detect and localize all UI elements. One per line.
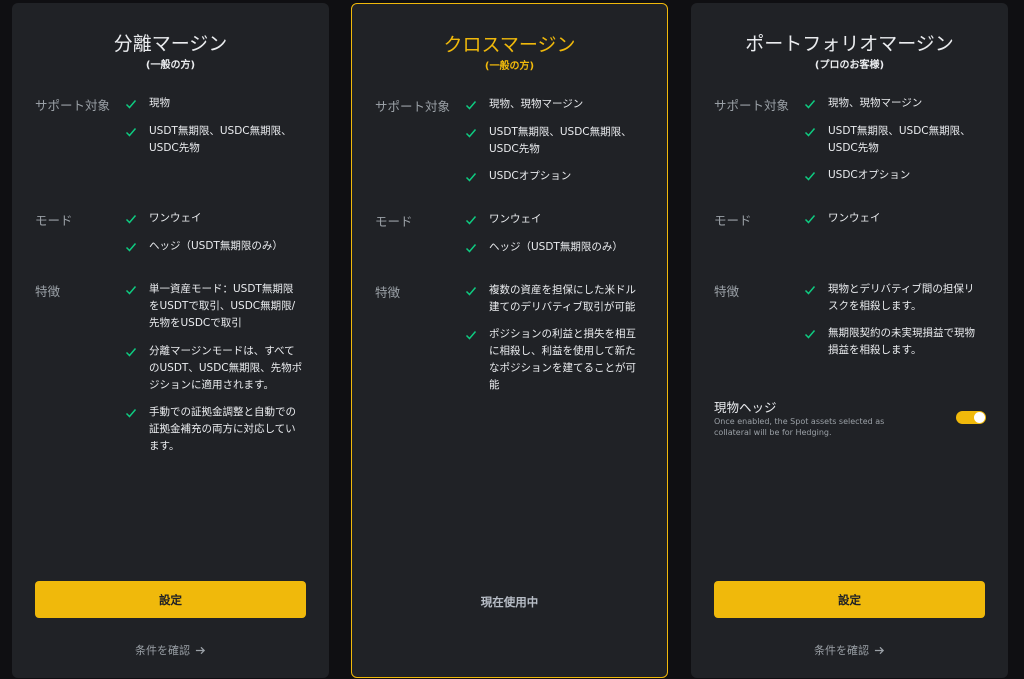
item-text: USDCオプション — [828, 169, 911, 181]
check-icon — [465, 331, 477, 340]
check-icon — [465, 101, 477, 110]
item-text: ワンウェイ — [149, 212, 202, 224]
set-button[interactable]: 設定 — [35, 581, 306, 618]
list-item: USDT無期限、USDC無期限、 USDC先物 — [125, 123, 310, 157]
list-item: ワンウェイ — [465, 211, 650, 228]
list-item: 複数の資産を担保にした米ドル 建てのデリバティブ取引が可能 — [465, 282, 650, 316]
check-icon — [125, 100, 137, 109]
item-text: ヘッジ（USDT無期限のみ） — [489, 241, 623, 253]
confirm-label: 条件を確認 — [135, 644, 190, 657]
list-item: USDCオプション — [804, 167, 989, 184]
features-label: 特徴 — [714, 284, 740, 299]
item-text: 手動での証拠金調整と自動での 証拠金補充の両方に対応してい ます。 — [149, 406, 296, 452]
item-text: 現物、現物マージン — [828, 97, 923, 109]
list-item: ヘッジ（USDT無期限のみ） — [465, 239, 650, 256]
check-icon — [804, 330, 816, 339]
check-icon — [465, 129, 477, 138]
item-text: 複数の資産を担保にした米ドル 建てのデリバティブ取引が可能 — [489, 284, 636, 313]
spot-hedge-toggle[interactable] — [956, 411, 986, 424]
mode-label: モード — [714, 213, 752, 228]
card-subtitle: (一般の方) — [484, 61, 535, 72]
list-item: 単一資産モード：USDT無期限 をUSDTで取引、USDC無期限/ 先物をUSD… — [125, 281, 310, 332]
card-subtitle: (一般の方) — [145, 60, 196, 71]
list-item: ポジションの利益と損失を相互 に相殺し、利益を使用して新た なポジションを建てる… — [465, 326, 650, 394]
mode-label: モード — [35, 213, 73, 228]
check-icon — [804, 215, 816, 224]
list-item: 現物、現物マージン — [804, 95, 989, 112]
item-text: 現物、現物マージン — [489, 98, 584, 110]
toggle-knob — [974, 412, 985, 423]
list-item: 無期限契約の未実現損益で現物 損益を相殺します。 — [804, 325, 989, 359]
confirm-terms-link[interactable]: 条件を確認 — [12, 642, 329, 658]
card-title: クロスマージン — [443, 34, 576, 56]
check-icon — [804, 172, 816, 181]
check-icon — [465, 173, 477, 182]
check-icon — [465, 216, 477, 225]
list-item: 分離マージンモードは、すべて のUSDT、USDC無期限、先物ポ ジションに適用… — [125, 343, 310, 394]
features-label: 特徴 — [375, 285, 401, 300]
item-text: 単一資産モード：USDT無期限 をUSDTで取引、USDC無期限/ 先物をUSD… — [149, 283, 296, 329]
confirm-label: 条件を確認 — [814, 644, 869, 657]
item-text: ワンウェイ — [489, 213, 542, 225]
list-item: USDT無期限、USDC無期限、 USDC先物 — [465, 124, 650, 158]
check-icon — [125, 348, 137, 357]
spot-hedge-description: Once enabled, the Spot assets selected a… — [714, 417, 885, 437]
spot-hedge-title: 現物ヘッジ — [714, 400, 777, 415]
check-icon — [804, 286, 816, 295]
item-text: USDT無期限、USDC無期限、 USDC先物 — [828, 125, 971, 154]
confirm-terms-link[interactable]: 条件を確認 — [691, 642, 1008, 658]
mode-label: モード — [375, 214, 413, 229]
list-item: USDCオプション — [465, 168, 650, 185]
list-item: ワンウェイ — [804, 210, 989, 227]
item-text: 現物 — [149, 97, 170, 109]
support-label: サポート対象 — [375, 99, 451, 114]
list-item: 現物、現物マージン — [465, 96, 650, 113]
item-text: USDT無期限、USDC無期限、 USDC先物 — [489, 126, 632, 155]
item-text: USDT無期限、USDC無期限、 USDC先物 — [149, 125, 292, 154]
item-text: 分離マージンモードは、すべて のUSDT、USDC無期限、先物ポ ジションに適用… — [149, 345, 303, 391]
item-text: 現物とデリバティブ間の担保リ スクを相殺します。 — [828, 283, 975, 312]
support-label: サポート対象 — [35, 98, 111, 113]
features-label: 特徴 — [35, 284, 61, 299]
portfolio-margin-card: ポートフォリオマージン (プロのお客様) サポート対象 現物、現物マージン US… — [691, 3, 1008, 678]
card-subtitle: (プロのお客様) — [814, 60, 885, 71]
card-title: 分離マージン — [113, 33, 228, 55]
check-icon — [125, 128, 137, 137]
current-status: 現在使用中 — [480, 595, 539, 609]
check-icon — [125, 286, 137, 295]
list-item: ヘッジ（USDT無期限のみ） — [125, 238, 310, 255]
set-button[interactable]: 設定 — [714, 581, 985, 618]
check-icon — [125, 409, 137, 418]
check-icon — [804, 100, 816, 109]
check-icon — [465, 287, 477, 296]
item-text: 無期限契約の未実現損益で現物 損益を相殺します。 — [828, 327, 975, 356]
check-icon — [125, 243, 137, 252]
list-item: USDT無期限、USDC無期限、 USDC先物 — [804, 123, 989, 157]
item-text: ポジションの利益と損失を相互 に相殺し、利益を使用して新た なポジションを建てる… — [489, 328, 636, 391]
item-text: ヘッジ（USDT無期限のみ） — [149, 240, 283, 252]
item-text: USDCオプション — [489, 170, 572, 182]
check-icon — [125, 215, 137, 224]
item-text: ワンウェイ — [828, 212, 881, 224]
list-item: 手動での証拠金調整と自動での 証拠金補充の両方に対応してい ます。 — [125, 404, 310, 455]
list-item: ワンウェイ — [125, 210, 310, 227]
list-item: 現物とデリバティブ間の担保リ スクを相殺します。 — [804, 281, 989, 315]
isolated-margin-card: 分離マージン (一般の方) サポート対象 現物 USDT無期限、USDC無期限、… — [12, 3, 329, 678]
check-icon — [465, 244, 477, 253]
arrow-right-icon — [874, 646, 885, 654]
cross-margin-card: クロスマージン (一般の方) サポート対象 現物、現物マージン USDT無期限、… — [351, 3, 668, 678]
list-item: 現物 — [125, 95, 310, 112]
card-title: ポートフォリオマージン — [745, 33, 954, 55]
check-icon — [804, 128, 816, 137]
arrow-right-icon — [195, 646, 206, 654]
support-label: サポート対象 — [714, 98, 790, 113]
